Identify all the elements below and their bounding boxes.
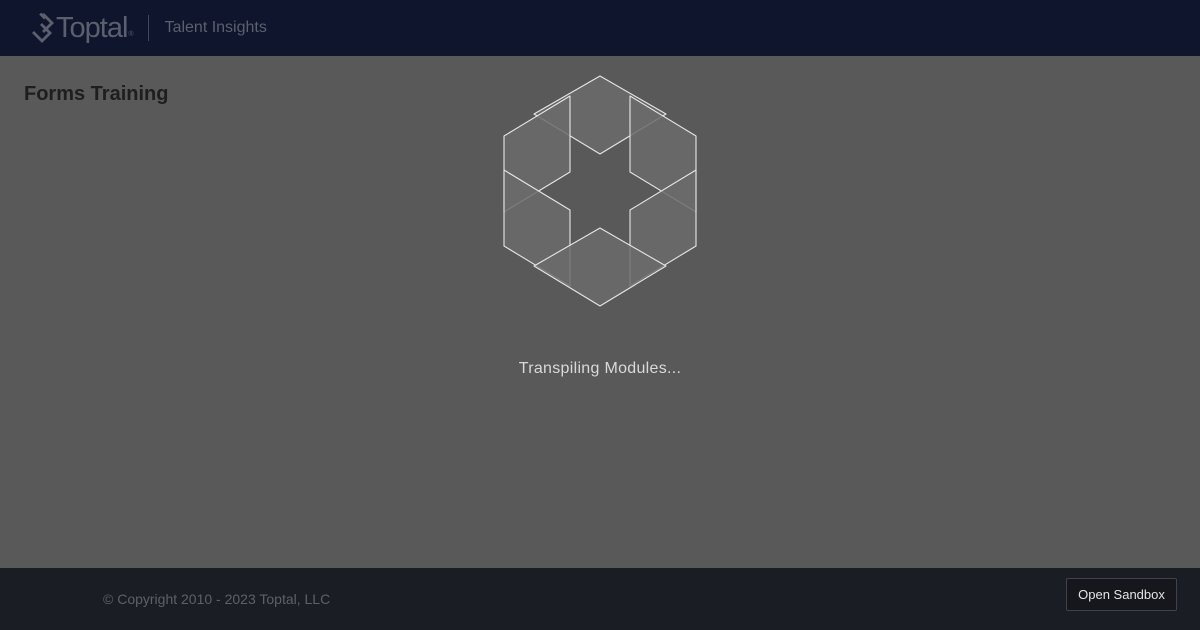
header-subtitle: Talent Insights bbox=[164, 19, 267, 36]
app-footer: © Copyright 2010 - 2023 Toptal, LLC Open… bbox=[0, 568, 1200, 630]
page-title: Forms Training bbox=[24, 83, 169, 105]
main-content: Forms Training bbox=[0, 56, 1200, 568]
open-sandbox-button[interactable]: Open Sandbox bbox=[1066, 578, 1177, 611]
app-header: Toptal ® Talent Insights bbox=[0, 0, 1200, 56]
header-divider bbox=[147, 15, 149, 41]
logo-registered-mark: ® bbox=[128, 31, 134, 38]
page: Toptal ® Talent Insights Forms Training bbox=[0, 0, 1200, 630]
toptal-logo[interactable]: Toptal ® bbox=[32, 0, 134, 56]
copyright-text: © Copyright 2010 - 2023 Toptal, LLC bbox=[103, 591, 331, 607]
toptal-logo-icon bbox=[32, 13, 54, 43]
logo-text: Toptal bbox=[56, 11, 128, 44]
